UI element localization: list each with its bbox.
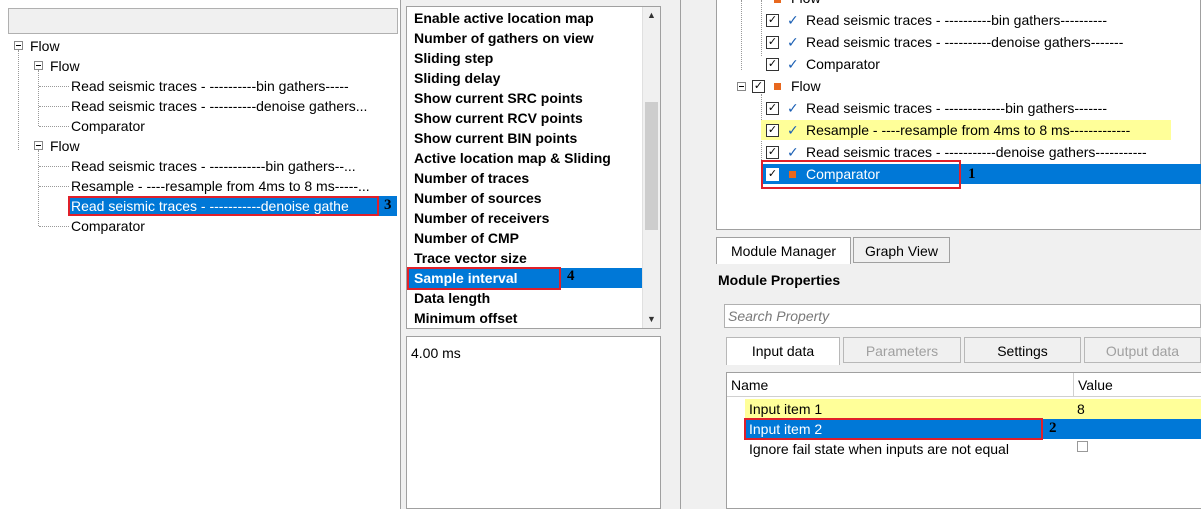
- annotation-highlight-box: [68, 196, 379, 216]
- tree-guide: [39, 106, 69, 107]
- flow-checklist-tree: Flow ✓ ✓ Read seismic traces - ---------…: [716, 0, 1201, 230]
- checkbox-checked[interactable]: ✓: [766, 36, 779, 49]
- property-item[interactable]: Number of sources: [414, 188, 542, 208]
- tab-settings[interactable]: Settings: [964, 337, 1081, 363]
- tree-node-root-flow[interactable]: Flow: [30, 36, 60, 56]
- collapse-icon[interactable]: [34, 141, 43, 150]
- tree-guide: [38, 70, 39, 126]
- tree-item-read-bin-gathers[interactable]: Read seismic traces - ----------bin gath…: [71, 76, 393, 96]
- left-panel-header: [8, 8, 398, 34]
- property-item[interactable]: Active location map & Sliding: [414, 148, 611, 168]
- tree-guide: [18, 50, 19, 150]
- annotation-callout-1: 1: [968, 166, 976, 182]
- tree-guide: [39, 166, 69, 167]
- property-item[interactable]: Show current RCV points: [414, 108, 583, 128]
- checkbox-checked[interactable]: ✓: [766, 102, 779, 115]
- checkmark-icon: ✓: [787, 144, 799, 160]
- grid-row[interactable]: Input item 1 8: [745, 399, 1201, 419]
- module-marker-icon: [774, 0, 781, 3]
- annotation-callout-4: 4: [567, 268, 575, 284]
- property-item[interactable]: Enable active location map: [414, 8, 594, 28]
- tree-guide: [761, 0, 762, 56]
- property-item[interactable]: Number of receivers: [414, 208, 549, 228]
- property-item[interactable]: Trace vector size: [414, 248, 527, 268]
- property-item[interactable]: Sliding step: [414, 48, 493, 68]
- row-value[interactable]: 8: [1077, 399, 1085, 419]
- checkbox-checked[interactable]: ✓: [766, 146, 779, 159]
- module-read-bin-gathers[interactable]: Read seismic traces - ----------bin gath…: [806, 10, 1107, 30]
- property-item[interactable]: Show current BIN points: [414, 128, 577, 148]
- row-name: Ignore fail state when inputs are not eq…: [749, 441, 1009, 457]
- collapse-icon[interactable]: [737, 82, 746, 91]
- checkbox-checked[interactable]: ✓: [766, 14, 779, 27]
- tab-output-data[interactable]: Output data: [1084, 337, 1201, 363]
- tree-item-read-bin-gathers[interactable]: Read seismic traces - ------------bin ga…: [71, 156, 393, 176]
- properties-grid: Name Value Input item 1 8 Input item 2 I…: [726, 372, 1201, 509]
- checkbox-checked[interactable]: ✓: [766, 124, 779, 137]
- grid-row[interactable]: Ignore fail state when inputs are not eq…: [745, 439, 1201, 459]
- checkmark-icon: ✓: [787, 12, 799, 28]
- property-item[interactable]: Number of gathers on view: [414, 28, 594, 48]
- property-item[interactable]: Number of traces: [414, 168, 529, 188]
- vertical-scrollbar[interactable]: ▲ ▼: [642, 7, 660, 328]
- tree-guide: [39, 126, 69, 127]
- module-resample[interactable]: Resample - ----resample from 4ms to 8 ms…: [806, 120, 1130, 140]
- module-read-bin-gathers[interactable]: Read seismic traces - -------------bin g…: [806, 98, 1107, 118]
- annotation-highlight-box: [407, 267, 561, 290]
- tree-item-resample[interactable]: Resample - ----resample from 4ms to 8 ms…: [71, 176, 393, 196]
- property-item[interactable]: Show current SRC points: [414, 88, 583, 108]
- checkmark-icon: ✓: [787, 122, 799, 138]
- tree-guide: [741, 0, 742, 70]
- scroll-down-icon[interactable]: ▼: [643, 311, 660, 328]
- tree-item-comparator[interactable]: Comparator: [71, 116, 145, 136]
- tree-item-read-denoise-gathers[interactable]: Read seismic traces - ----------denoise …: [71, 96, 393, 116]
- annotation-callout-2: 2: [1049, 420, 1057, 436]
- tree-guide: [38, 150, 39, 226]
- column-header-name[interactable]: Name: [727, 373, 1074, 397]
- tab-module-manager[interactable]: Module Manager: [716, 237, 851, 264]
- checkbox-checked[interactable]: ✓: [766, 58, 779, 71]
- left-flow-tree-panel: Flow Flow Read seismic traces - --------…: [0, 0, 401, 509]
- tab-input-data[interactable]: Input data: [726, 337, 840, 365]
- scroll-up-icon[interactable]: ▲: [643, 7, 660, 24]
- module-comparator[interactable]: Comparator: [806, 54, 880, 74]
- tree-guide: [39, 86, 69, 87]
- module-marker-icon: [774, 83, 781, 90]
- checkmark-icon: ✓: [787, 34, 799, 50]
- tree-node-flow-1[interactable]: Flow: [50, 56, 80, 76]
- tree-node-flow-1[interactable]: Flow: [791, 0, 851, 8]
- tree-guide: [39, 226, 69, 227]
- property-value-text: 4.00 ms: [411, 345, 461, 361]
- annotation-callout-3: 3: [384, 197, 392, 213]
- checkbox-checked[interactable]: ✓: [752, 80, 765, 93]
- property-value-panel: 4.00 ms: [406, 336, 661, 509]
- tree-node-flow-2[interactable]: Flow: [50, 136, 80, 156]
- collapse-icon[interactable]: [34, 61, 43, 70]
- checkmark-icon: ✓: [787, 56, 799, 72]
- property-item[interactable]: Sliding delay: [414, 68, 500, 88]
- annotation-highlight-box: [744, 418, 1043, 440]
- module-properties-title: Module Properties: [718, 272, 841, 288]
- property-item[interactable]: Minimum offset: [414, 308, 517, 328]
- module-read-denoise-gathers[interactable]: Read seismic traces - ----------denoise …: [806, 32, 1123, 52]
- module-read-denoise-gathers[interactable]: Read seismic traces - -----------denoise…: [806, 142, 1147, 162]
- ignore-fail-checkbox[interactable]: [1077, 441, 1088, 452]
- property-item[interactable]: Number of CMP: [414, 228, 519, 248]
- tree-guide: [39, 186, 69, 187]
- property-item[interactable]: Data length: [414, 288, 490, 308]
- scrollbar-thumb[interactable]: [645, 102, 658, 230]
- tree-node-flow-2[interactable]: Flow: [791, 76, 821, 96]
- panel-splitter[interactable]: [680, 0, 681, 509]
- tree-item-comparator[interactable]: Comparator: [71, 216, 145, 236]
- search-property-input[interactable]: Search Property: [724, 304, 1201, 328]
- annotation-highlight-box: [761, 160, 961, 189]
- tab-graph-view[interactable]: Graph View: [853, 237, 950, 263]
- row-name: Input item 1: [749, 401, 823, 417]
- collapse-icon[interactable]: [14, 41, 23, 50]
- tab-parameters[interactable]: Parameters: [843, 337, 961, 363]
- checkmark-icon: ✓: [787, 100, 799, 116]
- column-header-value[interactable]: Value: [1074, 373, 1201, 397]
